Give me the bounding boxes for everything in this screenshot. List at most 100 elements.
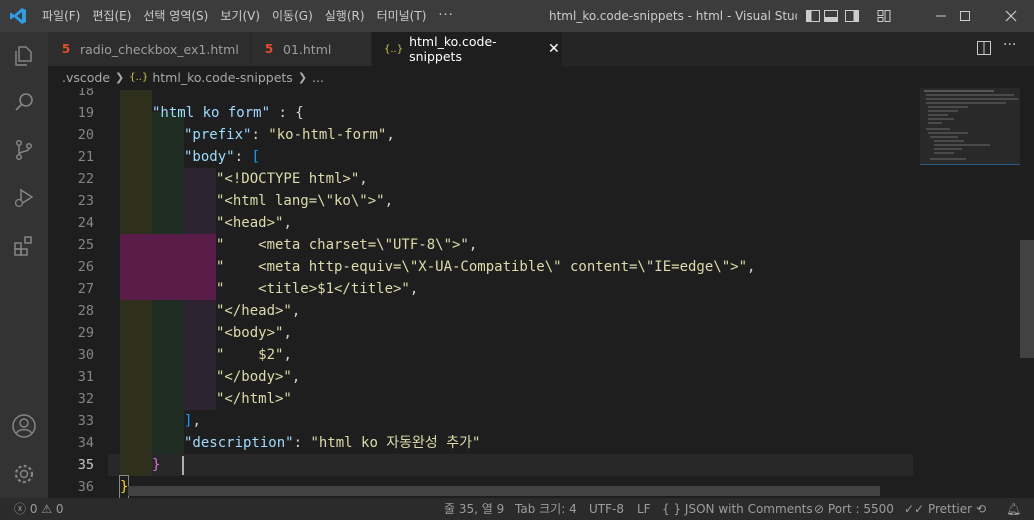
problems-indicator[interactable]: ⓧ 0 ⚠ 0 <box>14 498 64 520</box>
html5-icon: 5 <box>264 42 274 56</box>
cursor-position[interactable]: 줄 35, 열 9 <box>444 498 504 520</box>
chevron-right-icon: ❯ <box>115 70 125 84</box>
json-braces-icon: {..} <box>129 71 149 83</box>
toggle-panel-icon[interactable] <box>823 8 839 24</box>
code-editor[interactable]: 18 19 20 21 22 23 24 25 26 27 28 29 30 3… <box>48 88 1020 498</box>
end-of-line[interactable]: LF <box>637 498 651 520</box>
vscode-logo-icon <box>0 0 36 32</box>
settings-gear-icon[interactable] <box>0 450 48 498</box>
menu-more-button[interactable]: ··· <box>432 0 459 32</box>
activity-bar <box>0 32 48 498</box>
code-line-35: } <box>152 454 160 476</box>
minimap-line <box>928 122 942 124</box>
comma: , <box>386 127 395 143</box>
string: " $2" <box>216 347 284 363</box>
text-cursor <box>182 456 184 475</box>
maximize-button[interactable] <box>942 0 988 32</box>
toggle-secondary-sidebar-icon[interactable] <box>844 8 860 24</box>
tab-html-ko-snippets[interactable]: {..} html_ko.code-snippets ✕ <box>372 32 562 66</box>
split-editor-icon[interactable] <box>976 40 992 56</box>
code-line-29: "<body>", <box>216 322 292 344</box>
search-icon[interactable] <box>0 78 48 126</box>
tab-radio-checkbox[interactable]: 5 radio_checkbox_ex1.html <box>48 32 250 66</box>
comma: , <box>468 237 478 253</box>
line-number: 35 <box>77 457 94 473</box>
line-number: 36 <box>77 479 94 495</box>
code-line-30: " $2", <box>216 344 292 366</box>
code-line-26: " <meta http-equiv=\"X-UA-Compatible\" c… <box>216 256 755 278</box>
snippet-open-brace: : { <box>270 105 304 121</box>
comma: , <box>283 215 292 231</box>
prettier-status[interactable]: ✓✓ Prettier <box>904 498 972 520</box>
minimap[interactable] <box>920 88 1020 498</box>
colon: : <box>251 127 269 143</box>
minimap-line <box>934 148 962 150</box>
menu-view[interactable]: 보기(V) <box>214 0 266 32</box>
extensions-icon[interactable] <box>0 222 48 270</box>
breadcrumb-file[interactable]: html_ko.code-snippets <box>152 70 292 85</box>
close-icon[interactable]: ✕ <box>546 41 562 57</box>
tab-01-html[interactable]: 5 01.html <box>251 32 371 66</box>
breadcrumb-symbol[interactable]: ... <box>312 70 324 85</box>
tab-label: radio_checkbox_ex1.html <box>80 41 239 57</box>
code-line-19: "html ko form" : { <box>152 102 304 124</box>
code-line-32: "</html>" <box>216 388 292 410</box>
line-number: 20 <box>77 127 94 143</box>
prefix-value: "ko-html-form" <box>268 127 387 143</box>
language-label: JSON with Comments <box>684 502 813 516</box>
explorer-icon[interactable] <box>0 32 48 80</box>
notifications-bell-icon[interactable]: 🔔︎ <box>1006 498 1021 520</box>
toggle-primary-sidebar-icon[interactable] <box>805 8 821 24</box>
line-number: 19 <box>77 105 94 121</box>
encoding[interactable]: UTF-8 <box>589 498 624 520</box>
code-line-21: "body": [ <box>184 146 260 168</box>
minimap-line <box>928 110 958 112</box>
menu-run[interactable]: 실행(R) <box>319 0 371 32</box>
language-mode[interactable]: { } JSON with Comments <box>662 498 813 520</box>
vertical-scrollbar-thumb[interactable] <box>1020 240 1034 358</box>
string: "<html lang=\"ko\">" <box>216 193 385 209</box>
line-number-gutter: 18 19 20 21 22 23 24 25 26 27 28 29 30 3… <box>48 88 108 498</box>
code-line-31: "</body>", <box>216 366 300 388</box>
menu-go[interactable]: 이동(G) <box>266 0 319 32</box>
description-key: "description" <box>184 435 294 451</box>
body-open-bracket: [ <box>251 149 260 165</box>
breadcrumb-folder[interactable]: .vscode <box>62 70 110 85</box>
line-number: 33 <box>77 413 94 429</box>
source-control-icon[interactable] <box>0 126 48 174</box>
code-line-22: "<!DOCTYPE html>", <box>216 168 368 190</box>
line-number: 28 <box>77 303 94 319</box>
more-actions-icon[interactable]: ··· <box>1003 37 1016 53</box>
line-number: 29 <box>77 325 94 341</box>
run-debug-icon[interactable] <box>0 174 48 222</box>
tab-size[interactable]: Tab 크기: 4 <box>515 498 577 520</box>
comma: , <box>283 347 292 363</box>
code-line-28: "</head>", <box>216 300 300 322</box>
menu-file[interactable]: 파일(F) <box>36 0 86 32</box>
prettier-label: Prettier <box>927 502 973 516</box>
menu-selection[interactable]: 선택 영역(S) <box>137 0 214 32</box>
string: "</body>" <box>216 369 292 385</box>
line-number: 21 <box>77 149 94 165</box>
close-window-button[interactable] <box>988 0 1034 32</box>
warning-icon: ⚠ <box>41 502 53 516</box>
menu-edit[interactable]: 편집(E) <box>86 0 137 32</box>
code-area[interactable]: "html ko form" : { "prefix": "ko-html-fo… <box>118 88 1020 498</box>
colon: : <box>293 435 311 451</box>
menu-terminal[interactable]: 터미널(T) <box>371 0 433 32</box>
code-line-20: "prefix": "ko-html-form", <box>184 124 395 146</box>
line-number: 18 <box>77 88 94 99</box>
status-bar: ⓧ 0 ⚠ 0 줄 35, 열 9 Tab 크기: 4 UTF-8 LF { }… <box>0 498 1034 520</box>
editor-tab-bar: 5 radio_checkbox_ex1.html 5 01.html {..}… <box>48 32 1034 66</box>
live-server-port[interactable]: ⊘ Port : 5500 <box>814 498 894 520</box>
feedback-icon[interactable]: ⟲ <box>976 498 986 520</box>
port-label: Port : 5500 <box>827 502 894 516</box>
customize-layout-icon[interactable] <box>876 8 892 24</box>
vertical-scrollbar[interactable] <box>1020 88 1034 498</box>
code-line-23: "<html lang=\"ko\">", <box>216 190 393 212</box>
comma: , <box>192 413 201 429</box>
minimap-line <box>934 144 990 146</box>
horizontal-scrollbar[interactable] <box>128 486 880 496</box>
code-line-34: "description": "html ko 자동완성 추가" <box>184 432 480 454</box>
accounts-icon[interactable] <box>0 402 48 450</box>
